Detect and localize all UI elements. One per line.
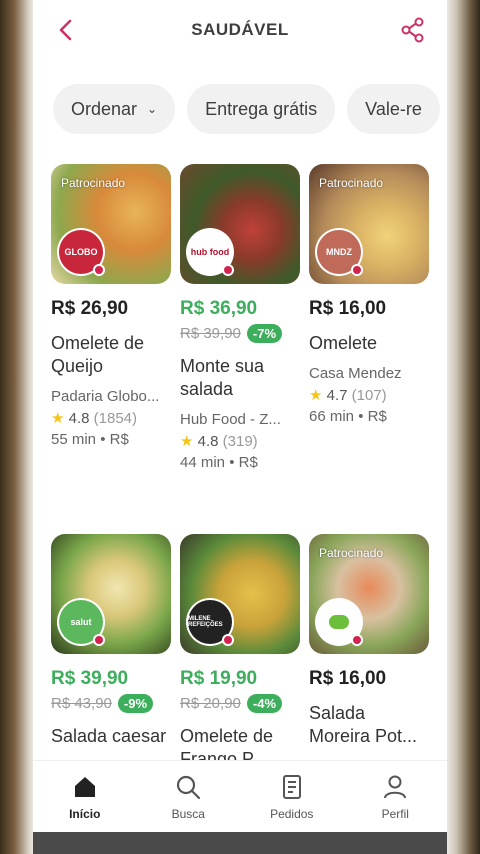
price-discount-row: R$ 43,90 -9% [51,694,171,713]
product-price: R$ 26,90 [51,298,129,319]
product-price: R$ 16,00 [309,298,387,319]
star-icon: ★ [51,410,65,427]
star-icon: ★ [309,387,323,404]
product-card[interactable]: Patrocinado GLOBO R$ 26,90 Omelete de Qu… [51,164,171,448]
orders-icon [282,775,301,799]
price-discount-row: R$ 20,90 -4% [180,694,300,713]
store-logo: hub food [188,230,234,276]
nav-profile[interactable]: Perfil [344,761,448,833]
discount-badge: -7% [246,324,283,343]
original-price: R$ 39,90 [180,325,241,342]
nav-search[interactable]: Busca [137,761,241,833]
nav-home[interactable]: Início [33,761,137,833]
sponsored-badge: Patrocinado [319,176,384,190]
store-logo: MNDZ [317,230,363,276]
nav-profile-label: Perfil [381,807,409,821]
product-name: Salada caesar [51,726,167,746]
share-icon[interactable] [399,16,427,44]
store-rating: ★ 4.8 (319) [180,433,258,450]
store-name: Hub Food - Z... [180,411,281,428]
store-name: Casa Mendez [309,365,402,382]
product-name: Omelete de Queijo [51,333,145,376]
original-price: R$ 20,90 [180,695,241,712]
product-price: R$ 36,90 [180,298,258,319]
store-logo: MILENE REFEIÇÕES [188,600,234,646]
chevron-down-icon: ⌄ [147,102,158,116]
free-delivery-chip-label: Entrega grátis [205,98,318,119]
product-card[interactable]: hub food R$ 36,90 R$ 39,90 -7% Monte sua… [180,164,300,471]
store-logo [317,600,363,646]
star-icon: ★ [180,433,194,450]
app-screen: SAUDÁVEL Ordenar ⌄ Entrega grátis Vale-r… [33,0,447,854]
product-card[interactable]: Patrocinado R$ 16,00 Salada Moreira Pot.… [309,534,429,748]
product-price: R$ 19,90 [180,668,258,689]
nav-search-label: Busca [171,807,205,821]
product-name: Omelete [309,333,378,353]
store-rating: ★ 4.8 (1854) [51,410,138,427]
store-logo: GLOBO [59,230,105,276]
product-image: MILENE REFEIÇÕES [180,534,300,654]
product-image: Patrocinado GLOBO [51,164,171,284]
product-price: R$ 39,90 [51,668,129,689]
product-image: Patrocinado MNDZ [309,164,429,284]
delivery-info: 55 min • R$ [51,431,129,448]
original-price: R$ 43,90 [51,695,112,712]
voucher-chip-label: Vale-re [365,98,422,119]
profile-icon [384,775,407,799]
product-card[interactable]: MILENE REFEIÇÕES R$ 19,90 R$ 20,90 -4% O… [180,534,300,771]
home-icon [74,777,95,797]
discount-badge: -9% [117,694,154,713]
nav-home-label: Início [69,807,101,821]
page-title: SAUDÁVEL [191,20,289,39]
store-name: Padaria Globo... [51,388,160,405]
product-image: salut [51,534,171,654]
nav-orders-label: Pedidos [270,807,314,821]
search-icon [177,775,201,800]
free-delivery-chip[interactable]: Entrega grátis [187,84,336,134]
sponsored-badge: Patrocinado [61,176,126,190]
product-price: R$ 16,00 [309,668,387,689]
sort-chip-label: Ordenar [71,98,138,119]
header: SAUDÁVEL [33,0,447,62]
product-card[interactable]: salut R$ 39,90 R$ 43,90 -9% Salada caesa… [51,534,171,748]
discount-badge: -4% [246,694,283,713]
filter-chips: Ordenar ⌄ Entrega grátis Vale-re [53,84,440,134]
store-rating: ★ 4.7 (107) [309,387,387,404]
store-logo: salut [59,600,105,646]
delivery-info: 44 min • R$ [180,454,258,471]
delivery-info: 66 min • R$ [309,408,387,425]
sort-chip[interactable]: Ordenar ⌄ [53,84,176,134]
price-discount-row: R$ 39,90 -7% [180,324,300,343]
product-name: Monte sua salada [180,356,265,399]
product-name: Salada Moreira Pot... [309,703,418,746]
product-card[interactable]: Patrocinado MNDZ R$ 16,00 Omelete Casa M… [309,164,429,425]
sponsored-badge: Patrocinado [319,546,384,560]
product-image: Patrocinado [309,534,429,654]
system-nav-bar [33,832,447,854]
bottom-nav: Início Busca Pedidos Perfil [33,760,447,833]
product-image: hub food [180,164,300,284]
nav-orders[interactable]: Pedidos [240,761,344,833]
voucher-chip[interactable]: Vale-re [347,84,440,134]
